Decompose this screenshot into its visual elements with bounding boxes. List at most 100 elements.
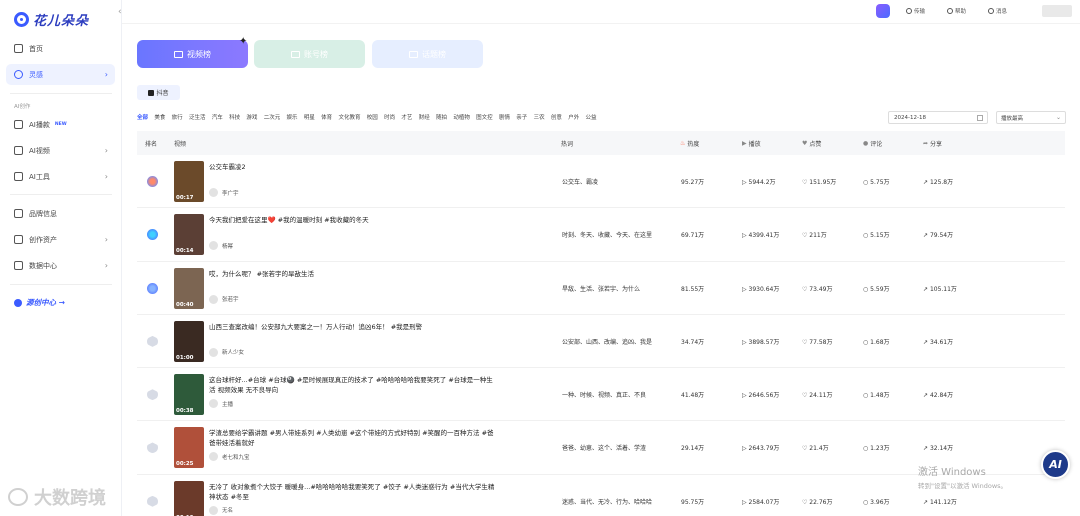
category-7[interactable]: 二次元	[264, 113, 281, 121]
video-author[interactable]: 张若宇	[209, 294, 239, 304]
category-17[interactable]: 动植物	[453, 113, 470, 121]
category-18[interactable]: 图文控	[476, 113, 493, 121]
table-row[interactable]: 00:40 哎，为什么呢？ #张若宇的旱敌生活 张若宇 旱敌、生活、张若宇、为什…	[137, 262, 1065, 315]
video-title[interactable]: 这台球杆好...#台球 #台球🎱 #是时候展现真正的技术了 #哈哈哈哈哈我要笑死…	[209, 375, 499, 395]
watermark-logo-icon	[8, 488, 28, 506]
chevron-right-icon: ›	[104, 172, 108, 181]
divider	[10, 284, 112, 285]
sidebar-item-brand-info[interactable]: 品牌信息	[6, 203, 115, 224]
category-2[interactable]: 旅行	[172, 113, 183, 121]
video-thumbnail[interactable]: 00:17	[174, 161, 204, 202]
header-shares[interactable]: ➦ 分享	[923, 139, 942, 148]
sidebar-item-ai-tools[interactable]: AI工具 ›	[6, 166, 115, 187]
video-title[interactable]: 学渣总要给学霸讲题 #男人带娃系列 #人类幼崽 #这个带娃的方式好特别 #笑醒的…	[209, 428, 499, 448]
category-4[interactable]: 汽车	[212, 113, 223, 121]
video-thumbnail[interactable]: 00:14	[174, 214, 204, 256]
video-author[interactable]: 杨幂	[209, 241, 233, 251]
user-avatar[interactable]	[1042, 5, 1072, 17]
header-plays[interactable]: ▶ 播放	[742, 139, 761, 148]
platform-tab-douyin[interactable]: 抖音	[137, 85, 180, 100]
category-24[interactable]: 公益	[586, 113, 597, 121]
header-label: 点赞	[809, 141, 822, 148]
tab-video-ranking[interactable]: 视频榜	[137, 40, 248, 68]
video-title[interactable]: 无冷了 收对象煮个大饺子 暖暖身...#哈哈哈哈哈我要笑死了 #饺子 #人类迷惑…	[209, 482, 499, 502]
table-row[interactable]: 00:38 这台球杆好...#台球 #台球🎱 #是时候展现真正的技术了 #哈哈哈…	[137, 368, 1065, 422]
video-thumbnail[interactable]: 00:10	[174, 480, 204, 516]
heat-cell: 41.48万	[681, 392, 705, 400]
heat-cell: 69.71万	[681, 232, 705, 240]
video-author[interactable]: 新人少女	[209, 347, 244, 357]
video-title[interactable]: 今天我们把爱在这里❤️ #我的温暖时刻 #我收藏的冬天	[209, 215, 499, 225]
sidebar-item-data-center[interactable]: 数据中心 ›	[6, 255, 115, 276]
category-0[interactable]: 全部	[137, 113, 148, 121]
sidebar-item-ai-video[interactable]: AI视频 ›	[6, 140, 115, 161]
table-row[interactable]: 00:14 今天我们把爱在这里❤️ #我的温暖时刻 #我收藏的冬天 杨幂 时刻、…	[137, 208, 1065, 262]
likes-value: 211万	[809, 232, 827, 240]
plays-value: 5944.2万	[748, 179, 776, 186]
tab-topic-ranking[interactable]: 话题榜	[372, 40, 483, 68]
sidebar-item-assets[interactable]: 创作资产 ›	[6, 229, 115, 250]
category-16[interactable]: 随拍	[436, 113, 447, 121]
category-23[interactable]: 户外	[568, 113, 579, 121]
category-1[interactable]: 美食	[154, 113, 165, 121]
video-author[interactable]: 老七和九宝	[209, 452, 250, 462]
app-avatar[interactable]	[876, 4, 890, 18]
video-thumbnail[interactable]: 00:25	[174, 427, 204, 469]
category-14[interactable]: 才艺	[401, 113, 412, 121]
video-title[interactable]: 公交车霸凌2	[209, 162, 499, 172]
category-3[interactable]: 泛生活	[189, 113, 206, 121]
shares-value: 34.61万	[929, 338, 954, 346]
comments-cell: ○ 3.96万	[863, 498, 890, 506]
shares-cell: ↗ 79.54万	[923, 232, 954, 240]
table-row[interactable]: 01:00 山西三查案改编！公安部九大要案之一！万人行动！追凶6年！ #我是刑警…	[137, 315, 1065, 369]
date-picker[interactable]: 2024-12-18	[888, 111, 988, 124]
category-21[interactable]: 三农	[534, 113, 545, 121]
header-comments[interactable]: ● 评论	[863, 139, 882, 148]
category-13[interactable]: 时尚	[384, 113, 395, 121]
video-author[interactable]: 无名	[209, 505, 233, 515]
shares-value: 42.84万	[929, 392, 954, 400]
video-title[interactable]: 山西三查案改编！公安部九大要案之一！万人行动！追凶6年！ #我是刑警	[209, 322, 499, 332]
likes-cell: ♡ 151.95万	[802, 179, 837, 186]
transfer-button[interactable]: 传输	[906, 7, 925, 15]
sidebar-item-home[interactable]: 首页	[6, 38, 115, 59]
category-20[interactable]: 亲子	[516, 113, 527, 121]
messages-button[interactable]: 消息	[988, 7, 1007, 15]
ai-assistant-button[interactable]: AI	[1041, 450, 1070, 479]
shares-value: 32.14万	[929, 445, 954, 453]
sort-select[interactable]: 播放最高 ⌄	[996, 111, 1066, 124]
sort-value: 播放最高	[1001, 115, 1024, 122]
sidebar-item-ai-speak[interactable]: AI播款 NEW	[6, 114, 115, 135]
brand-logo[interactable]: 花儿朵朵	[14, 10, 89, 29]
sidebar-item-inspiration[interactable]: 灵感 ›	[6, 64, 115, 85]
category-11[interactable]: 文化教育	[338, 113, 360, 121]
table-row[interactable]: 00:17 公交车霸凌2 李广宇 公交车、霸凌 95.27万 ▷ 5944.2万…	[137, 155, 1065, 209]
author-name: 主播	[222, 401, 234, 408]
category-10[interactable]: 体育	[321, 113, 332, 121]
header-likes[interactable]: ♥ 点赞	[802, 139, 821, 148]
header-heat[interactable]: ♨ 热度	[680, 139, 699, 148]
video-thumbnail[interactable]: 01:00	[174, 320, 204, 362]
video-thumbnail[interactable]: 00:38	[174, 374, 204, 416]
plays-cell: ▷ 2646.56万	[742, 392, 780, 400]
plays-cell: ▷ 3930.64万	[742, 285, 780, 293]
chevron-down-icon: ⌄	[1055, 114, 1061, 121]
video-author[interactable]: 李广宇	[209, 188, 239, 197]
likes-value: 151.95万	[809, 179, 837, 186]
video-author[interactable]: 主播	[209, 399, 234, 409]
ai-speak-icon	[14, 120, 23, 129]
platform-label: 抖音	[156, 90, 169, 97]
tab-account-ranking[interactable]: 账号榜	[254, 40, 365, 68]
category-22[interactable]: 创意	[551, 113, 562, 121]
category-9[interactable]: 明星	[304, 113, 315, 121]
category-8[interactable]: 娱乐	[287, 113, 298, 121]
category-12[interactable]: 校园	[367, 113, 378, 121]
video-thumbnail[interactable]: 00:40	[174, 267, 204, 309]
category-6[interactable]: 游戏	[246, 113, 257, 121]
category-5[interactable]: 科技	[229, 113, 240, 121]
category-19[interactable]: 剧情	[499, 113, 510, 121]
help-button[interactable]: 帮助	[947, 7, 966, 15]
video-title[interactable]: 哎，为什么呢？ #张若宇的旱敌生活	[209, 269, 499, 279]
creation-center-link[interactable]: 源创中心 →	[14, 297, 65, 308]
category-15[interactable]: 财经	[419, 113, 430, 121]
